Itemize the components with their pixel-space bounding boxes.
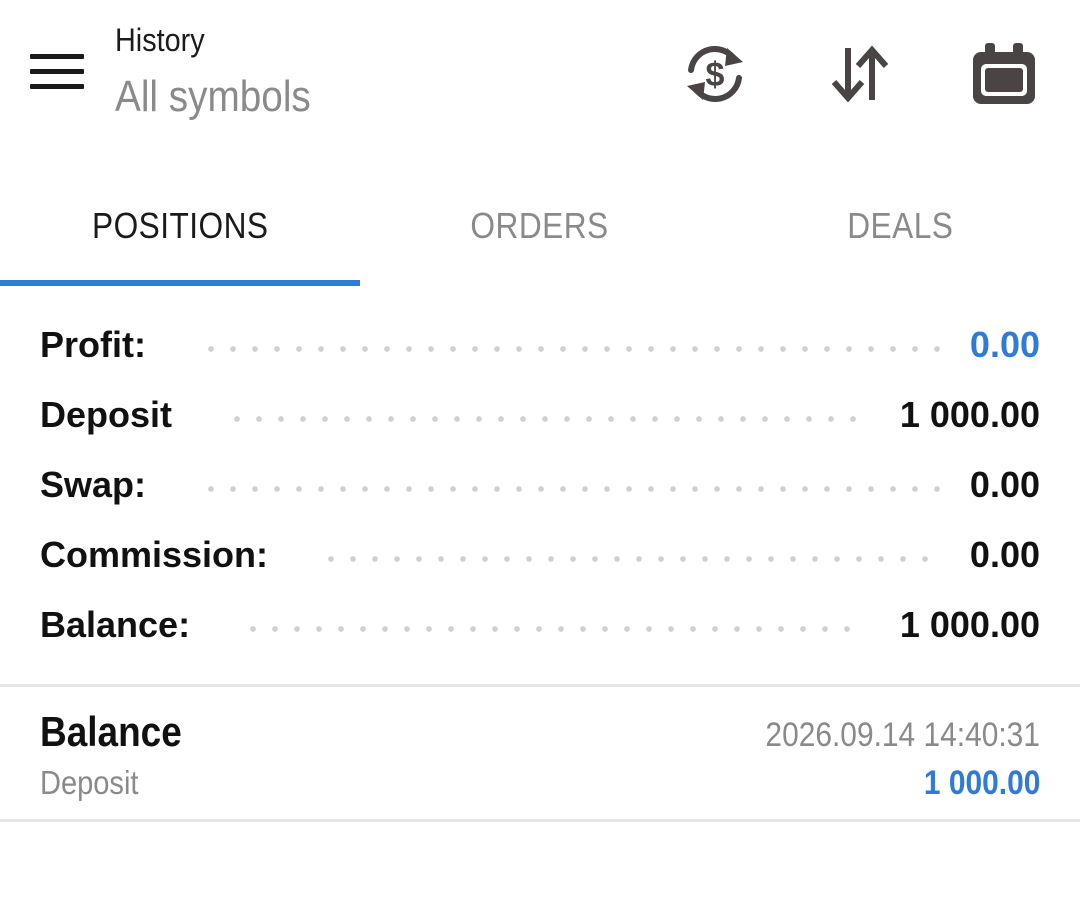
tab-label: DEALS [846,205,954,246]
entry-timestamp: 2026.09.14 14:40:31 [765,716,1040,754]
balance-value: 1 000.00 [899,604,1040,645]
commission-value: 0.00 [969,534,1040,575]
dotted-leader [320,556,940,562]
menu-icon-bar [30,54,84,59]
swap-label: Swap: [40,464,147,505]
commission-label: Commission: [40,534,269,575]
page-title: History [115,22,205,58]
history-screen: History All symbols $ POSITIONS ORDERS D… [0,0,1080,907]
profit-value: 0.00 [969,324,1040,365]
menu-button[interactable] [30,52,84,90]
summary-row-swap: Swap: 0.00 [0,450,1080,520]
dotted-leader [200,486,940,492]
tab-label: POSITIONS [91,205,269,246]
menu-icon-bar [30,84,84,89]
summary-panel: Profit: 0.00 Deposit 1 000.00 Swap: 0.00… [0,310,1080,660]
list-item[interactable]: Balance Deposit 2026.09.14 14:40:31 1 00… [0,688,1080,820]
dotted-leader [242,626,856,632]
balance-label: Balance: [40,604,191,645]
swap-value: 0.00 [969,464,1040,505]
summary-row-deposit: Deposit 1 000.00 [0,380,1080,450]
profit-label: Profit: [40,324,146,365]
summary-row-balance: Balance: 1 000.00 [0,590,1080,660]
active-tab-indicator [0,280,360,286]
tab-positions[interactable]: POSITIONS [0,170,360,282]
dotted-leader [226,416,856,422]
currency-exchange-icon[interactable]: $ [681,40,749,108]
history-tabs: POSITIONS ORDERS DEALS [0,170,1080,288]
deposit-value: 1 000.00 [899,394,1040,435]
deposit-label: Deposit [40,394,173,435]
summary-row-profit: Profit: 0.00 [0,310,1080,380]
calendar-icon[interactable] [970,40,1038,108]
list-divider [0,819,1080,822]
tab-label: ORDERS [470,205,610,246]
entry-type: Deposit [40,764,139,801]
sort-arrows-icon[interactable] [826,40,894,108]
menu-icon-bar [30,69,84,74]
section-divider [0,684,1080,687]
tab-deals[interactable]: DEALS [720,170,1080,282]
svg-text:$: $ [706,56,725,94]
symbol-filter[interactable]: All symbols [115,72,311,122]
entry-title: Balance [40,708,182,755]
app-header: History All symbols $ [0,0,1080,150]
summary-row-commission: Commission: 0.00 [0,520,1080,590]
entry-amount: 1 000.00 [923,764,1040,802]
dotted-leader [200,346,940,352]
tab-orders[interactable]: ORDERS [360,170,720,282]
